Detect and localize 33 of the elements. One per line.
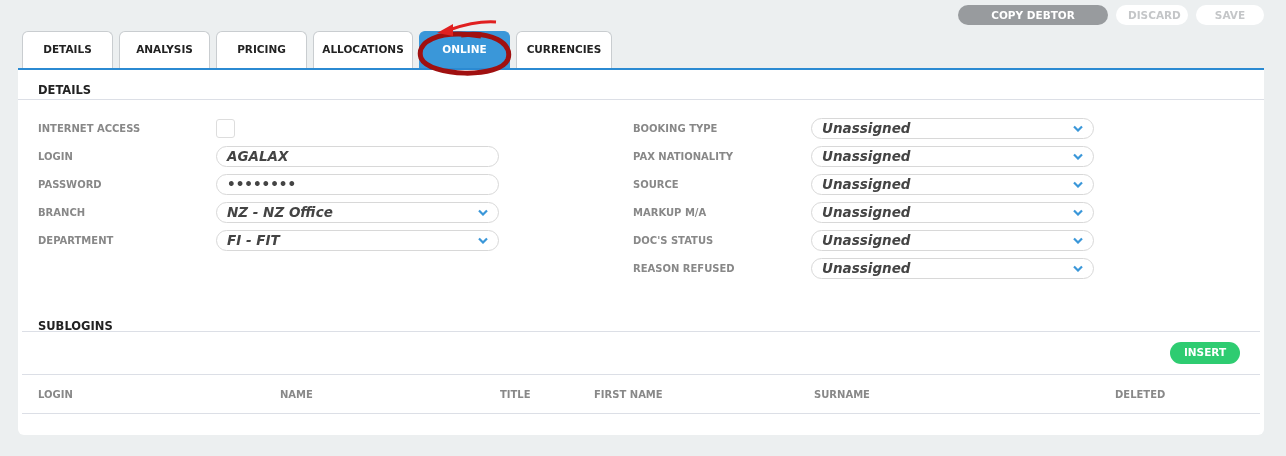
field-label: LOGIN: [38, 149, 74, 164]
tab[interactable]: ALLOCATIONS: [313, 31, 413, 68]
column-header: FIRST NAME: [594, 387, 663, 402]
field-label: INTERNET ACCESS: [38, 121, 142, 136]
checkbox[interactable]: [216, 118, 235, 138]
chevron-down-icon: [1073, 180, 1083, 188]
column-header: TITLE: [500, 387, 531, 402]
field-label: PASSWORD: [38, 177, 103, 192]
chevron-down-icon: [1073, 124, 1083, 132]
chevron-down-icon: [1073, 236, 1083, 244]
field-label: SOURCE: [633, 177, 680, 192]
field-label: REASON REFUSED: [633, 261, 736, 276]
chevron-down-icon: [1073, 264, 1083, 272]
section-heading: DETAILS: [18, 70, 1264, 100]
column-header: DELETED: [1115, 387, 1166, 402]
chevron-down-icon: [478, 208, 488, 216]
tab[interactable]: PRICING: [216, 31, 307, 68]
tab[interactable]: CURRENCIES: [516, 31, 612, 68]
field-label: DEPARTMENT: [38, 233, 115, 248]
column-header: SURNAME: [814, 387, 870, 402]
field-label: MARKUP M/A: [633, 205, 708, 220]
tab[interactable]: ANALYSIS: [119, 31, 210, 68]
field-label: DOC'S STATUS: [633, 233, 715, 248]
field-label: PAX NATIONALITY: [633, 149, 734, 164]
chevron-down-icon: [1073, 208, 1083, 216]
chevron-down-icon: [1073, 152, 1083, 160]
chevron-down-icon: [478, 236, 488, 244]
field-label: BRANCH: [38, 205, 87, 220]
column-header: LOGIN: [38, 387, 73, 402]
section-heading: SUBLOGINS: [22, 314, 1260, 332]
column-header: NAME: [280, 387, 313, 402]
field-label: BOOKING TYPE: [633, 121, 719, 136]
tab[interactable]: DETAILS: [22, 31, 113, 68]
